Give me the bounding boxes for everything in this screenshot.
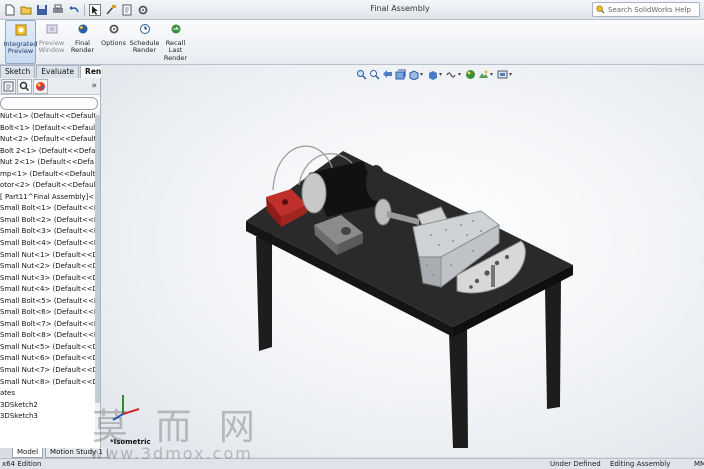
render-tools-ribbon: Integrated Preview Preview Window Final Re… bbox=[0, 20, 704, 65]
tree-item[interactable]: Nut<1> (Default<<Default bbox=[0, 111, 96, 123]
tree-item[interactable]: Small Bolt<7> (Default<<D bbox=[0, 319, 96, 331]
scrollbar-thumb[interactable] bbox=[95, 115, 100, 403]
tree-item[interactable]: Small Bolt<8> (Default<<D bbox=[0, 330, 96, 342]
watermark-chinese: 莫 而 网 bbox=[92, 407, 263, 448]
tree-item[interactable]: [ Part11^Final Assembly]<: bbox=[0, 192, 96, 204]
tree-item[interactable]: Small Nut<7> (Default<<D bbox=[0, 365, 96, 377]
watermark-url: www.3dmox.com bbox=[90, 444, 253, 463]
final-render-icon bbox=[77, 23, 89, 40]
editing-status: Editing Assembly bbox=[610, 460, 671, 468]
undo-icon[interactable] bbox=[66, 3, 82, 17]
appearance-manager-tab[interactable] bbox=[33, 78, 48, 94]
ribbon-button-label: Recall Last Render bbox=[163, 38, 188, 62]
tree-item[interactable]: mp<1> (Default<<Default bbox=[0, 169, 96, 181]
tree-item[interactable]: Small Bolt<6> (Default<<D bbox=[0, 307, 96, 319]
ribbon-button-label: Integrated Preview bbox=[3, 39, 38, 55]
select-cursor-icon[interactable] bbox=[87, 3, 103, 17]
configuration-manager-icon bbox=[19, 81, 30, 91]
file-properties-icon[interactable] bbox=[119, 3, 135, 17]
tree-item[interactable]: Small Nut<5> (Default<<D bbox=[0, 342, 96, 354]
tree-item[interactable]: Small Bolt<3> (Default<<D bbox=[0, 226, 96, 238]
tree-item[interactable]: Small Bolt<4> (Default<<D bbox=[0, 238, 96, 250]
ribbon-button-label: Options bbox=[100, 38, 127, 47]
tree-scrollbar[interactable] bbox=[95, 111, 100, 441]
schedule-render-icon bbox=[139, 23, 151, 40]
search-help-field[interactable]: Search SolidWorks Help bbox=[592, 2, 700, 17]
help-search-icon bbox=[596, 5, 605, 14]
tree-item[interactable]: Small Nut<3> (Default<<D bbox=[0, 273, 96, 285]
preview-window-icon bbox=[46, 23, 58, 40]
tab-evaluate[interactable]: Evaluate bbox=[36, 65, 80, 78]
tree-item[interactable]: Small Bolt<1> (Default<<D bbox=[0, 203, 96, 215]
tree-item[interactable]: 3DSketch2 bbox=[0, 400, 96, 412]
panel-expand-chevron[interactable]: » bbox=[91, 81, 97, 91]
tree-item[interactable]: Small Nut<2> (Default<<D bbox=[0, 261, 96, 273]
tree-item[interactable]: Small Bolt<2> (Default<<D bbox=[0, 215, 96, 227]
units-label: MM bbox=[694, 460, 704, 468]
tree-item[interactable]: 3DSketch3 bbox=[0, 411, 96, 423]
integrated-preview-icon bbox=[15, 24, 27, 41]
property-manager-icon bbox=[3, 81, 14, 91]
tree-filter-input[interactable] bbox=[0, 97, 98, 110]
ribbon-button-preview-window[interactable]: Preview Window bbox=[36, 20, 67, 64]
tab-sketch[interactable]: Sketch bbox=[0, 65, 36, 78]
tree-item[interactable]: otor<2> (Default<<Default bbox=[0, 180, 96, 192]
title-bar: Final Assembly Search SolidWorks Help bbox=[0, 0, 704, 20]
ribbon-button-options[interactable]: Options bbox=[98, 20, 129, 64]
tree-item[interactable]: Bolt<1> (Default<<Default bbox=[0, 123, 96, 135]
ribbon-button-label: Final Render bbox=[70, 38, 95, 54]
ribbon-button-final-render[interactable]: Final Render bbox=[67, 20, 98, 64]
tree-item[interactable]: Small Nut<8> (Default<<D bbox=[0, 377, 96, 389]
search-placeholder: Search SolidWorks Help bbox=[608, 5, 691, 14]
tree-item[interactable]: ates bbox=[0, 388, 96, 400]
options-icon bbox=[108, 23, 120, 40]
sketch-status: Under Defined bbox=[550, 460, 601, 468]
tree-item[interactable]: Small Bolt<5> (Default<<D bbox=[0, 296, 96, 308]
ribbon-button-recall-render[interactable]: Recall Last Render bbox=[160, 20, 191, 64]
tree-item[interactable]: Nut 2<1> (Default<<Defa bbox=[0, 157, 96, 169]
ribbon-button-schedule-render[interactable]: Schedule Render bbox=[129, 20, 160, 64]
feature-tree: Nut<1> (Default<<Default Bolt<1> (Default… bbox=[0, 111, 96, 423]
appearance-manager-icon bbox=[36, 81, 45, 91]
tree-item[interactable]: Bolt 2<1> (Default<<Defa bbox=[0, 146, 96, 158]
tab-model[interactable]: Model bbox=[12, 448, 44, 458]
ribbon-button-label: Preview Window bbox=[38, 38, 65, 54]
new-document-icon[interactable] bbox=[2, 3, 18, 17]
property-manager-tab[interactable] bbox=[1, 78, 16, 94]
ribbon-button-label: Schedule Render bbox=[129, 38, 160, 54]
open-folder-icon[interactable] bbox=[18, 3, 34, 17]
feature-manager-panel: » Nut<1> (Default<<Default Bolt<1> (Defau… bbox=[0, 78, 101, 448]
tree-item[interactable]: Small Nut<6> (Default<<D bbox=[0, 353, 96, 365]
edition-label: x64 Edition bbox=[2, 460, 42, 468]
quick-access-toolbar bbox=[2, 3, 151, 17]
window-title: Final Assembly bbox=[370, 4, 430, 13]
save-icon[interactable] bbox=[34, 3, 50, 17]
separator bbox=[84, 4, 85, 16]
ribbon-button-integrated-preview[interactable]: Integrated Preview bbox=[3, 20, 38, 64]
tree-item[interactable]: Nut<2> (Default<<Default bbox=[0, 134, 96, 146]
rebuild-icon[interactable] bbox=[103, 3, 119, 17]
options-icon[interactable] bbox=[135, 3, 151, 17]
panel-header: » bbox=[0, 78, 100, 95]
tree-item[interactable]: Small Nut<4> (Default<<D bbox=[0, 284, 96, 296]
recall-render-icon bbox=[170, 23, 182, 40]
tree-item[interactable]: Small Nut<1> (Default<<D bbox=[0, 250, 96, 262]
configuration-manager-tab[interactable] bbox=[17, 78, 32, 94]
print-icon[interactable] bbox=[50, 3, 66, 17]
